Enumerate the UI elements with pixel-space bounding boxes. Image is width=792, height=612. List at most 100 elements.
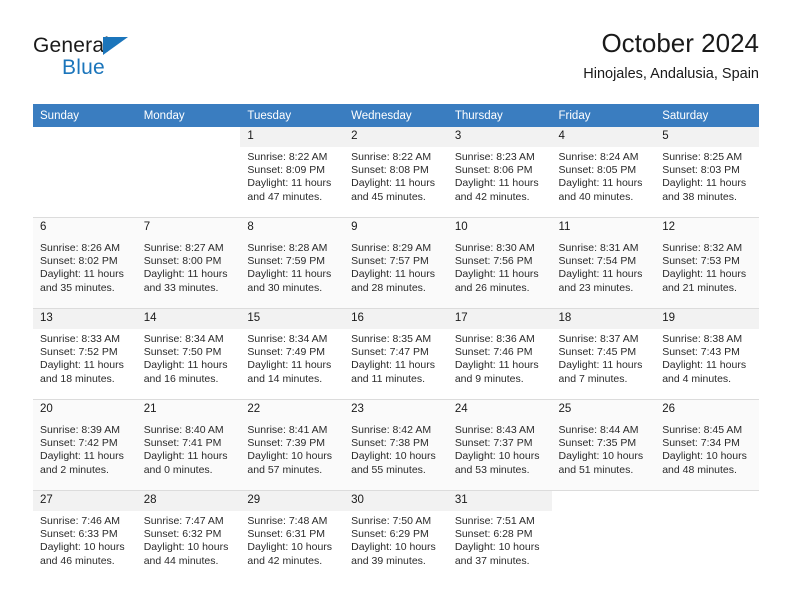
- day-number: 11: [551, 218, 656, 238]
- daylight-text-line2: and 42 minutes.: [454, 190, 530, 203]
- weekday-header-thursday: Thursday: [447, 104, 552, 127]
- day-details: Sunrise: 8:22 AM Sunset: 8:08 PM Daylight:…: [344, 147, 448, 204]
- sunset-text: Sunset: 8:05 PM: [558, 164, 637, 177]
- daylight-text-line2: and 23 minutes.: [558, 281, 634, 294]
- daylight-text-line1: Daylight: 11 hours: [247, 177, 332, 190]
- calendar-day-cell[interactable]: 30 Sunrise: 7:50 AM Sunset: 6:29 PM Dayligh…: [344, 490, 448, 581]
- calendar-day-cell[interactable]: 21 Sunrise: 8:40 AM Sunset: 7:41 PM Dayligh…: [136, 399, 241, 491]
- sunset-text: Sunset: 7:39 PM: [247, 437, 326, 450]
- daylight-text-line2: and 7 minutes.: [558, 372, 628, 385]
- daylight-text-line2: and 2 minutes.: [40, 463, 109, 476]
- calendar-day-cell[interactable]: 28 Sunrise: 7:47 AM Sunset: 6:32 PM Dayligh…: [136, 490, 241, 581]
- day-number: 24: [447, 400, 552, 420]
- calendar-day-cell[interactable]: 27 Sunrise: 7:46 AM Sunset: 6:33 PM Dayligh…: [33, 490, 137, 581]
- calendar-day-cell[interactable]: 16 Sunrise: 8:35 AM Sunset: 7:47 PM Dayligh…: [344, 308, 448, 400]
- day-number: 5: [655, 127, 759, 147]
- sunrise-text: Sunrise: 7:46 AM: [40, 515, 120, 527]
- sunset-text: Sunset: 7:53 PM: [662, 255, 740, 268]
- calendar-day-cell[interactable]: 22 Sunrise: 8:41 AM Sunset: 7:39 PM Dayligh…: [240, 399, 345, 491]
- calendar-week-row: 13 Sunrise: 8:33 AM Sunset: 7:52 PM Dayligh…: [33, 308, 759, 400]
- day-number: 21: [136, 400, 241, 420]
- calendar-day-cell[interactable]: 5 Sunrise: 8:25 AM Sunset: 8:03 PM Daylight…: [655, 127, 759, 218]
- day-details: Sunrise: 8:24 AM Sunset: 8:05 PM Daylight:…: [551, 147, 656, 204]
- calendar-day-cell[interactable]: 6 Sunrise: 8:26 AM Sunset: 8:02 PM Daylight…: [33, 217, 137, 309]
- sunset-text: Sunset: 7:46 PM: [454, 346, 533, 359]
- calendar-day-cell[interactable]: 18 Sunrise: 8:37 AM Sunset: 7:45 PM Dayligh…: [551, 308, 656, 400]
- day-number: 6: [33, 218, 137, 238]
- day-number: 28: [136, 491, 241, 511]
- sunset-text: Sunset: 7:41 PM: [143, 437, 222, 450]
- sunrise-text: Sunrise: 8:42 AM: [351, 424, 432, 436]
- daylight-text-line1: Daylight: 11 hours: [351, 359, 435, 372]
- calendar-day-cell[interactable]: 8 Sunrise: 8:28 AM Sunset: 7:59 PM Daylight…: [240, 217, 345, 309]
- calendar-day-cell[interactable]: 19 Sunrise: 8:38 AM Sunset: 7:43 PM Dayligh…: [655, 308, 759, 400]
- calendar-week-row: 1 Sunrise: 8:22 AM Sunset: 8:09 PM Daylight…: [33, 127, 759, 218]
- day-details: [655, 511, 759, 515]
- sunrise-text: Sunrise: 8:27 AM: [143, 242, 224, 254]
- daylight-text-line2: and 40 minutes.: [558, 190, 634, 203]
- calendar-day-cell[interactable]: 23 Sunrise: 8:42 AM Sunset: 7:38 PM Dayligh…: [344, 399, 448, 491]
- day-details: Sunrise: 8:38 AM Sunset: 7:43 PM Daylight:…: [655, 329, 759, 386]
- day-number: 23: [344, 400, 448, 420]
- sunrise-text: Sunrise: 8:30 AM: [454, 242, 535, 254]
- calendar-day-cell[interactable]: 29 Sunrise: 7:48 AM Sunset: 6:31 PM Dayligh…: [240, 490, 345, 581]
- calendar-day-cell[interactable]: 9 Sunrise: 8:29 AM Sunset: 7:57 PM Daylight…: [344, 217, 448, 309]
- calendar-day-cell[interactable]: 26 Sunrise: 8:45 AM Sunset: 7:34 PM Dayligh…: [655, 399, 759, 491]
- calendar-day-cell[interactable]: 2 Sunrise: 8:22 AM Sunset: 8:08 PM Daylight…: [344, 127, 448, 218]
- daylight-text-line2: and 38 minutes.: [662, 190, 737, 203]
- calendar-day-cell[interactable]: 31 Sunrise: 7:51 AM Sunset: 6:28 PM Dayligh…: [447, 490, 552, 581]
- day-number: 20: [33, 400, 137, 420]
- calendar-empty-cell: [551, 490, 656, 581]
- day-number: 10: [447, 218, 552, 238]
- daylight-text-line1: Daylight: 11 hours: [40, 268, 124, 281]
- day-details: Sunrise: 8:28 AM Sunset: 7:59 PM Daylight:…: [240, 238, 345, 295]
- daylight-text-line2: and 18 minutes.: [40, 372, 115, 385]
- calendar-day-cell[interactable]: 13 Sunrise: 8:33 AM Sunset: 7:52 PM Dayligh…: [33, 308, 137, 400]
- day-details: [33, 147, 137, 151]
- page-title: October 2024: [601, 28, 759, 58]
- sunrise-text: Sunrise: 7:47 AM: [143, 515, 224, 527]
- calendar-day-cell[interactable]: 25 Sunrise: 8:44 AM Sunset: 7:35 PM Dayligh…: [551, 399, 656, 491]
- day-number: 31: [447, 491, 552, 511]
- calendar-day-cell[interactable]: 1 Sunrise: 8:22 AM Sunset: 8:09 PM Daylight…: [240, 127, 345, 218]
- calendar-day-cell[interactable]: 4 Sunrise: 8:24 AM Sunset: 8:05 PM Daylight…: [551, 127, 656, 218]
- daylight-text-line1: Daylight: 11 hours: [558, 177, 643, 190]
- daylight-text-line1: Daylight: 11 hours: [143, 359, 228, 372]
- daylight-text-line1: Daylight: 10 hours: [351, 541, 436, 554]
- calendar-day-cell[interactable]: 12 Sunrise: 8:32 AM Sunset: 7:53 PM Dayligh…: [655, 217, 759, 309]
- location-subtitle: Hinojales, Andalusia, Spain: [583, 66, 759, 82]
- day-number: 3: [447, 127, 552, 147]
- day-details: Sunrise: 8:37 AM Sunset: 7:45 PM Daylight:…: [551, 329, 656, 386]
- calendar-day-cell[interactable]: 14 Sunrise: 8:34 AM Sunset: 7:50 PM Dayligh…: [136, 308, 241, 400]
- generalblue-logo[interactable]: General Blue: [33, 34, 213, 90]
- sunrise-text: Sunrise: 7:48 AM: [247, 515, 328, 527]
- day-number: 16: [344, 309, 448, 329]
- calendar-day-cell[interactable]: 24 Sunrise: 8:43 AM Sunset: 7:37 PM Dayligh…: [447, 399, 552, 491]
- calendar-day-cell[interactable]: 3 Sunrise: 8:23 AM Sunset: 8:06 PM Daylight…: [447, 127, 552, 218]
- day-number: 22: [240, 400, 345, 420]
- sunset-text: Sunset: 6:33 PM: [40, 528, 118, 541]
- day-details: Sunrise: 8:45 AM Sunset: 7:34 PM Daylight:…: [655, 420, 759, 477]
- day-number: [33, 127, 137, 147]
- calendar-day-cell[interactable]: 17 Sunrise: 8:36 AM Sunset: 7:46 PM Dayligh…: [447, 308, 552, 400]
- calendar-day-cell[interactable]: 7 Sunrise: 8:27 AM Sunset: 8:00 PM Daylight…: [136, 217, 241, 309]
- daylight-text-line1: Daylight: 10 hours: [40, 541, 125, 554]
- daylight-text-line2: and 16 minutes.: [143, 372, 219, 385]
- daylight-text-line2: and 28 minutes.: [351, 281, 426, 294]
- calendar-day-cell[interactable]: 20 Sunrise: 8:39 AM Sunset: 7:42 PM Dayligh…: [33, 399, 137, 491]
- calendar-day-cell[interactable]: 10 Sunrise: 8:30 AM Sunset: 7:56 PM Dayligh…: [447, 217, 552, 309]
- day-number: [552, 491, 656, 511]
- day-number: 26: [655, 400, 759, 420]
- calendar-day-cell[interactable]: 11 Sunrise: 8:31 AM Sunset: 7:54 PM Dayligh…: [551, 217, 656, 309]
- day-details: Sunrise: 7:46 AM Sunset: 6:33 PM Daylight:…: [33, 511, 137, 568]
- day-details: Sunrise: 8:23 AM Sunset: 8:06 PM Daylight:…: [447, 147, 552, 204]
- daylight-text-line1: Daylight: 10 hours: [247, 541, 333, 554]
- sunrise-text: Sunrise: 8:26 AM: [40, 242, 120, 254]
- day-details: [552, 511, 656, 515]
- triangle-icon: [103, 37, 128, 55]
- day-details: Sunrise: 8:31 AM Sunset: 7:54 PM Daylight:…: [551, 238, 656, 295]
- daylight-text-line2: and 14 minutes.: [247, 372, 323, 385]
- calendar-page: General Blue October 2024 Hinojales, And…: [0, 0, 792, 612]
- day-details: Sunrise: 8:36 AM Sunset: 7:46 PM Daylight:…: [447, 329, 552, 386]
- calendar-day-cell[interactable]: 15 Sunrise: 8:34 AM Sunset: 7:49 PM Dayligh…: [240, 308, 345, 400]
